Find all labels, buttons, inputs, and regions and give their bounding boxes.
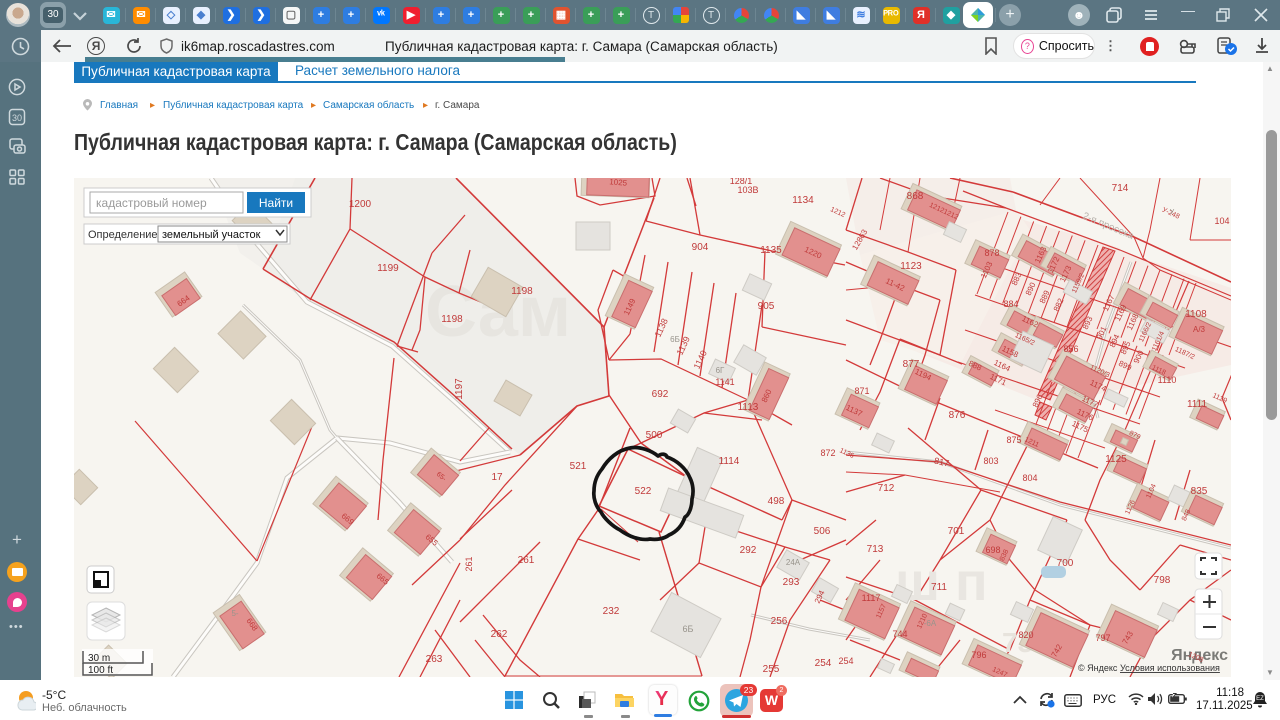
- svg-text:835: 835: [1191, 486, 1208, 497]
- svg-text:земельный участок: земельный участок: [162, 229, 261, 241]
- svg-text:Условия использования: Условия использования: [1120, 663, 1220, 673]
- svg-text:744: 744: [892, 629, 907, 639]
- svg-text:871: 871: [854, 386, 869, 396]
- svg-text:261: 261: [464, 556, 474, 571]
- svg-text:263: 263: [426, 654, 443, 665]
- svg-text:804: 804: [1022, 473, 1037, 483]
- svg-text:6Б: 6Б: [670, 335, 680, 344]
- svg-text:Определение:: Определение:: [88, 229, 161, 241]
- svg-text:711: 711: [931, 582, 947, 593]
- svg-text:701: 701: [948, 526, 965, 537]
- svg-text:712: 712: [878, 483, 895, 494]
- svg-text:254: 254: [815, 658, 832, 669]
- svg-text:878: 878: [984, 248, 999, 258]
- svg-text:1123: 1123: [900, 261, 922, 272]
- svg-text:856: 856: [1063, 344, 1078, 354]
- svg-text:-6А: -6А: [924, 619, 937, 628]
- svg-text:1197: 1197: [454, 378, 465, 400]
- svg-text:24А: 24А: [786, 558, 801, 567]
- svg-text:261: 261: [518, 555, 535, 566]
- svg-text:255: 255: [763, 664, 780, 675]
- svg-text:506: 506: [814, 526, 831, 537]
- svg-text:1125: 1125: [1105, 454, 1127, 465]
- svg-text:1134: 1134: [792, 195, 814, 206]
- svg-text:904: 904: [692, 242, 709, 253]
- svg-text:6Б: 6Б: [683, 624, 694, 634]
- svg-text:698: 698: [985, 545, 1000, 555]
- svg-text:820: 820: [1018, 630, 1033, 640]
- svg-text:232: 232: [603, 606, 620, 617]
- svg-text:803: 803: [983, 456, 998, 466]
- svg-text:1199: 1199: [377, 263, 399, 274]
- svg-text:1110: 1110: [1158, 375, 1177, 385]
- svg-text:875: 875: [1006, 435, 1021, 445]
- svg-text:292: 292: [740, 545, 757, 556]
- svg-text:EZ: EZ: [1256, 696, 1264, 702]
- svg-text:17: 17: [491, 472, 503, 483]
- svg-text:30 m: 30 m: [88, 653, 110, 664]
- svg-text:1198: 1198: [441, 314, 463, 325]
- svg-text:1025: 1025: [609, 178, 628, 188]
- svg-text:798: 798: [1154, 575, 1171, 586]
- svg-text:797: 797: [1095, 633, 1110, 643]
- svg-text:498: 498: [768, 496, 785, 507]
- svg-text:905: 905: [758, 301, 775, 312]
- svg-text:1114: 1114: [719, 456, 740, 467]
- svg-text:6Г: 6Г: [716, 366, 725, 375]
- svg-text:104: 104: [1214, 216, 1229, 226]
- svg-text:1198: 1198: [511, 286, 533, 297]
- svg-text:293: 293: [783, 577, 800, 588]
- svg-text:796: 796: [971, 650, 986, 660]
- svg-text:1141: 1141: [715, 377, 734, 387]
- svg-text:кадастровый номер: кадастровый номер: [96, 196, 207, 210]
- svg-text:714: 714: [1112, 183, 1129, 194]
- svg-text:522: 522: [635, 486, 652, 497]
- svg-text:1135: 1135: [760, 245, 782, 256]
- svg-text:Найти: Найти: [259, 196, 293, 210]
- svg-text:876: 876: [949, 410, 966, 421]
- svg-text:868: 868: [907, 191, 924, 202]
- svg-text:У: У: [1170, 209, 1175, 216]
- svg-text:А/3: А/3: [1193, 325, 1206, 334]
- svg-text:254: 254: [838, 656, 853, 666]
- svg-text:1113: 1113: [738, 402, 759, 413]
- svg-text:30: 30: [12, 113, 22, 123]
- svg-text:100 ft: 100 ft: [88, 665, 113, 676]
- svg-text:692: 692: [652, 389, 669, 400]
- svg-text:1200: 1200: [349, 199, 372, 210]
- svg-text:713: 713: [867, 544, 884, 555]
- svg-text:5-: 5-: [231, 609, 238, 618]
- svg-text:700: 700: [1057, 558, 1074, 569]
- svg-text:500: 500: [646, 430, 663, 441]
- svg-text:1111: 1111: [1187, 399, 1207, 410]
- svg-text:262: 262: [491, 629, 508, 640]
- svg-text:103В: 103В: [737, 185, 758, 195]
- svg-text:256: 256: [771, 616, 788, 627]
- svg-text:© Яндекс: © Яндекс: [1078, 663, 1118, 673]
- svg-text:884: 884: [1003, 299, 1018, 309]
- svg-text:1108: 1108: [1185, 309, 1207, 320]
- svg-text:872: 872: [820, 448, 835, 458]
- svg-text:521: 521: [570, 461, 587, 472]
- svg-text:1117: 1117: [862, 593, 881, 603]
